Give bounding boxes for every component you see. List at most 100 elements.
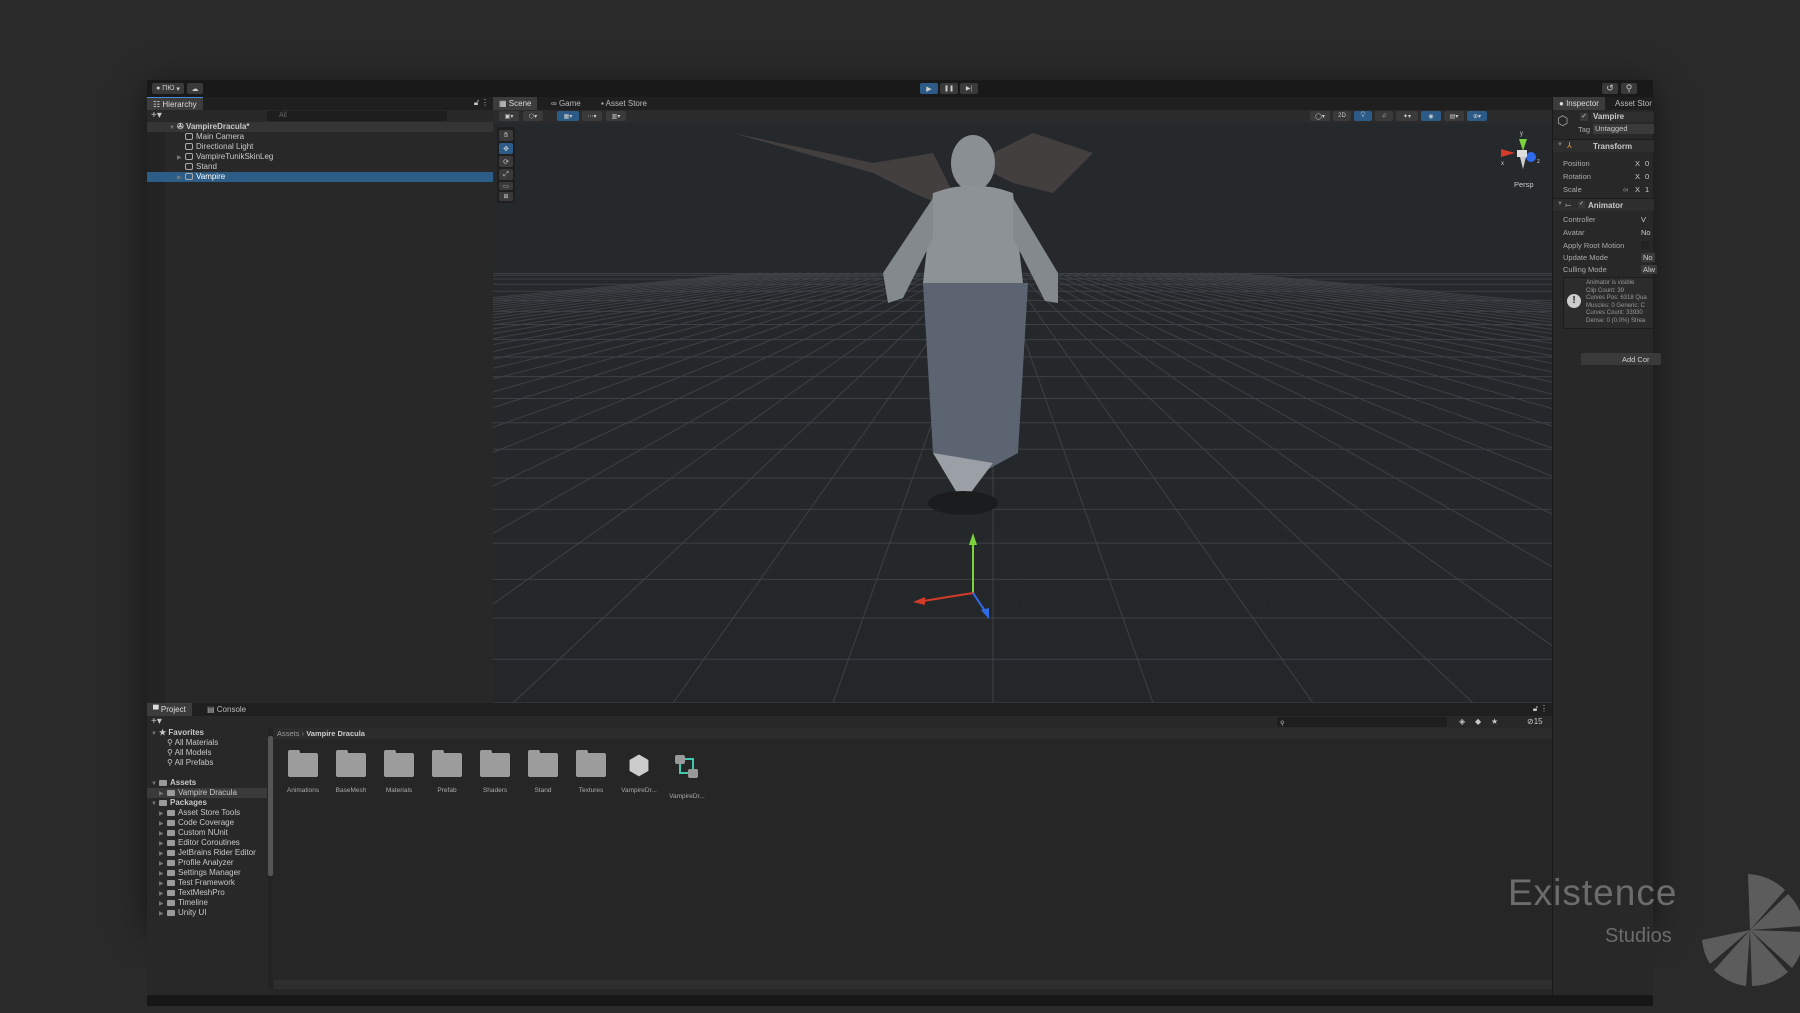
hand-tool[interactable]: ✋︎ <box>499 130 513 141</box>
animator-enabled-checkbox[interactable]: ✓ <box>1578 201 1585 208</box>
shading-dropdown[interactable]: ◯▾ <box>1310 111 1330 121</box>
grid-visibility-dropdown[interactable]: ▥▾ <box>606 111 626 121</box>
breadcrumb-assets[interactable]: Assets <box>277 729 300 738</box>
filter-label-icon[interactable]: ◆ <box>1475 717 1481 726</box>
package-item[interactable]: ▶ Asset Store Tools <box>147 808 267 818</box>
step-button[interactable]: ▶| <box>960 83 978 94</box>
culling-mode-dropdown[interactable]: Alw <box>1641 265 1658 274</box>
breadcrumb-current[interactable]: Vampire Dracula <box>306 729 365 738</box>
package-item[interactable]: ▶ Code Coverage <box>147 818 267 828</box>
hidden-objects-toggle[interactable]: ◉ <box>1421 111 1441 121</box>
projection-label[interactable]: Persp <box>1514 180 1534 189</box>
play-button[interactable]: ▶ <box>920 83 938 94</box>
2d-toggle[interactable]: 2D <box>1333 111 1351 121</box>
favorite-item[interactable]: ⚲ All Prefabs <box>147 758 267 768</box>
folder-item-selected[interactable]: ▶ Vampire Dracula <box>147 788 267 798</box>
asset-item[interactable]: Materials <box>375 750 423 794</box>
package-item[interactable]: ▶ TextMeshPro <box>147 888 267 898</box>
lock-icon[interactable]: 🔓︎ <box>474 98 479 108</box>
asset-item[interactable]: Textures <box>567 750 615 794</box>
tab-asset-store[interactable]: Asset Stor <box>1609 97 1658 110</box>
visibility-column[interactable] <box>147 122 165 703</box>
object-name-field[interactable]: Vampire <box>1591 112 1654 122</box>
expand-arrow-icon[interactable]: ▶ <box>159 909 167 919</box>
more-menu-icon[interactable]: ⋮ <box>1540 704 1548 713</box>
favorite-star-icon[interactable]: ★ <box>1491 717 1498 726</box>
hierarchy-item[interactable]: Stand <box>147 162 493 172</box>
package-item[interactable]: ▶ Timeline <box>147 898 267 908</box>
expand-arrow-icon[interactable]: ▶ <box>177 173 185 183</box>
tab-project[interactable]: ▀ Project <box>147 703 192 716</box>
package-item[interactable]: ▶ Editor Coroutines <box>147 838 267 848</box>
package-item[interactable]: ▶ JetBrains Rider Editor <box>147 848 267 858</box>
scene-viewport[interactable]: x y z Persp <box>493 123 1552 703</box>
tab-hierarchy[interactable]: ☷ Hierarchy <box>147 97 203 110</box>
animator-header[interactable]: ▼ ⤚ ✓ Animator <box>1553 198 1654 211</box>
position-x-field[interactable]: 0 <box>1645 159 1649 168</box>
asset-item[interactable]: Stand <box>519 750 567 794</box>
scale-x-field[interactable]: 1 <box>1645 185 1649 194</box>
favorites-header[interactable]: ▼ ★ Favorites <box>147 728 267 738</box>
render-mode-dropdown[interactable]: ⬡▾ <box>523 111 543 121</box>
package-item[interactable]: ▶ Unity UI <box>147 908 267 918</box>
favorite-item[interactable]: ⚲ All Materials <box>147 738 267 748</box>
snap-increment-dropdown[interactable]: ⋯▾ <box>582 111 602 121</box>
transform-header[interactable]: ▼ ⅄ Transform <box>1553 139 1654 152</box>
active-checkbox[interactable]: ✓ <box>1580 113 1588 121</box>
asset-item[interactable]: Prefab <box>423 750 471 794</box>
link-icon[interactable]: ∞ <box>1623 185 1628 194</box>
draw-mode-dropdown[interactable]: ▣▾ <box>499 111 519 121</box>
hierarchy-scene-row[interactable]: ▼ ✇ VampireDracula* <box>147 122 493 132</box>
camera-settings-dropdown[interactable]: ▤▾ <box>1444 111 1464 121</box>
assets-header[interactable]: ▼ Assets <box>147 778 267 788</box>
transform-tool[interactable]: ⊞ <box>499 192 513 201</box>
cloud-button[interactable]: ☁ <box>187 83 203 94</box>
zoom-slider-bar[interactable] <box>274 980 1552 989</box>
more-menu-icon[interactable]: ⋮ <box>481 98 489 107</box>
package-item[interactable]: ▶ Test Framework <box>147 878 267 888</box>
grid-snap-button[interactable]: ▦▾ <box>557 111 579 121</box>
hierarchy-item[interactable]: Directional Light <box>147 142 493 152</box>
hierarchy-item-selected[interactable]: ▶ Vampire <box>147 172 493 182</box>
asset-item[interactable]: BaseMesh <box>327 750 375 794</box>
lock-icon[interactable]: 🔓︎ <box>1533 704 1538 714</box>
rotate-tool[interactable]: ⟳ <box>499 156 513 167</box>
hierarchy-item[interactable]: Main Camera <box>147 132 493 142</box>
tree-scrollbar[interactable] <box>268 728 273 990</box>
hierarchy-item[interactable]: ▶ VampireTunikSkinLeg <box>147 152 493 162</box>
asset-item[interactable]: Shaders <box>471 750 519 794</box>
tab-scene[interactable]: ▦ Scene <box>493 97 538 110</box>
asset-item[interactable]: VampireDr... <box>663 753 711 800</box>
asset-item[interactable]: ⬢ VampireDr... <box>615 752 663 794</box>
scale-tool[interactable]: ⤢ <box>499 169 513 180</box>
package-item[interactable]: ▶ Profile Analyzer <box>147 858 267 868</box>
create-button[interactable]: +▾ <box>151 716 162 727</box>
account-button[interactable]: ● ПЮ ▾ <box>152 83 184 94</box>
favorite-item[interactable]: ⚲ All Models <box>147 748 267 758</box>
history-button[interactable]: ↺ <box>1602 83 1618 94</box>
packages-header[interactable]: ▼ Packages <box>147 798 267 808</box>
rect-tool[interactable]: ▭ <box>499 182 513 190</box>
move-tool[interactable]: ✥ <box>499 143 513 154</box>
tab-inspector[interactable]: ● Inspector <box>1553 97 1605 110</box>
effects-dropdown[interactable]: ✦▾ <box>1396 111 1418 121</box>
asset-item[interactable]: Animations <box>279 750 327 794</box>
controller-field[interactable]: V <box>1641 215 1646 224</box>
search-button[interactable]: ⚲ <box>1621 83 1637 94</box>
avatar-field[interactable]: No <box>1641 228 1651 237</box>
project-search-input[interactable]: ⚲ <box>1277 717 1447 727</box>
hidden-packages-toggle[interactable]: ⊘15 <box>1527 717 1543 726</box>
tab-asset-store[interactable]: ▪ Asset Store <box>595 97 653 110</box>
lighting-toggle[interactable]: 💡︎ <box>1354 111 1372 121</box>
audio-toggle[interactable]: ♫ <box>1375 111 1393 121</box>
add-component-button[interactable]: Add Cor <box>1581 353 1661 365</box>
pause-button[interactable]: ❚❚ <box>940 83 958 94</box>
tab-game[interactable]: ∞ Game <box>545 97 587 110</box>
hierarchy-search-input[interactable]: All <box>267 111 447 121</box>
update-mode-dropdown[interactable]: No <box>1641 253 1655 262</box>
filter-type-icon[interactable]: ◈ <box>1459 717 1465 726</box>
package-item[interactable]: ▶ Settings Manager <box>147 868 267 878</box>
gizmos-dropdown[interactable]: ⊕▾ <box>1467 111 1487 121</box>
tag-dropdown[interactable]: Untagged <box>1593 124 1654 134</box>
create-button[interactable]: +▾ <box>151 110 162 121</box>
